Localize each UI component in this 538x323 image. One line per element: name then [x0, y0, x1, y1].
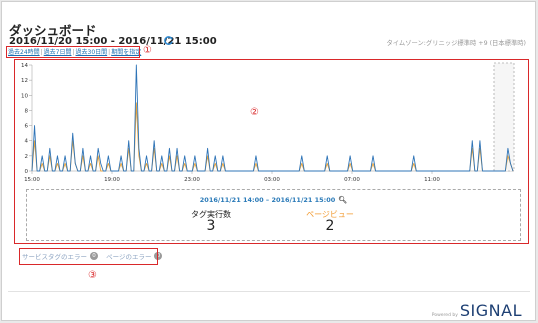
- y-tick-label: 2: [25, 154, 29, 160]
- y-tick-label: 0: [25, 169, 29, 175]
- refresh-icon[interactable]: [163, 35, 174, 46]
- x-tick-label: 19:00: [104, 177, 120, 183]
- y-tick-label: 8: [25, 108, 29, 114]
- search-icon[interactable]: 🔍︎: [338, 196, 347, 204]
- powered-by: Powered by SIGNAL: [431, 301, 522, 320]
- y-tick-label: 14: [21, 63, 28, 69]
- annotation-box-3: [19, 248, 158, 265]
- footer-divider: [8, 291, 530, 292]
- series-line-orange: [31, 102, 514, 172]
- metric-pageviews-value: 2: [325, 218, 335, 234]
- annotation-marker-1: ①: [143, 45, 152, 56]
- x-tick-label: 23:00: [184, 177, 200, 183]
- annotation-marker-3: ③: [88, 270, 97, 281]
- summary-range: 2016/11/21 14:00 – 2016/11/21 15:00 🔍︎: [27, 196, 520, 204]
- annotation-box-1: [6, 46, 140, 58]
- summary-panel: 2016/11/21 14:00 – 2016/11/21 15:00 🔍︎: [26, 189, 521, 241]
- series-line-blue: [31, 64, 514, 172]
- metric-tag-executions-value: 3: [206, 218, 216, 234]
- current-hour-highlight: [493, 62, 515, 172]
- powered-by-label: Powered by: [431, 313, 458, 318]
- x-axis: 15:00 19:00 23:00 03:00 07:00 11:00: [24, 170, 513, 183]
- y-tick-label: 4: [25, 139, 29, 145]
- y-tick-label: 10: [21, 93, 28, 99]
- x-tick-label: 07:00: [344, 177, 360, 183]
- x-tick-label: 03:00: [264, 177, 280, 183]
- timezone-label: タイムゾーン:グリニッジ標準時 +9 (日本標準時): [386, 40, 526, 47]
- y-axis: 0 2 4 6 8 10 12 14: [21, 63, 33, 175]
- chart-series: [31, 64, 514, 172]
- x-tick-label: 11:00: [424, 177, 440, 183]
- y-tick-label: 12: [21, 78, 28, 84]
- summary-range-text: 2016/11/21 14:00 – 2016/11/21 15:00: [199, 196, 336, 204]
- signal-logo: SIGNAL: [459, 301, 522, 320]
- y-tick-label: 6: [25, 124, 29, 130]
- x-tick-label: 15:00: [24, 177, 40, 183]
